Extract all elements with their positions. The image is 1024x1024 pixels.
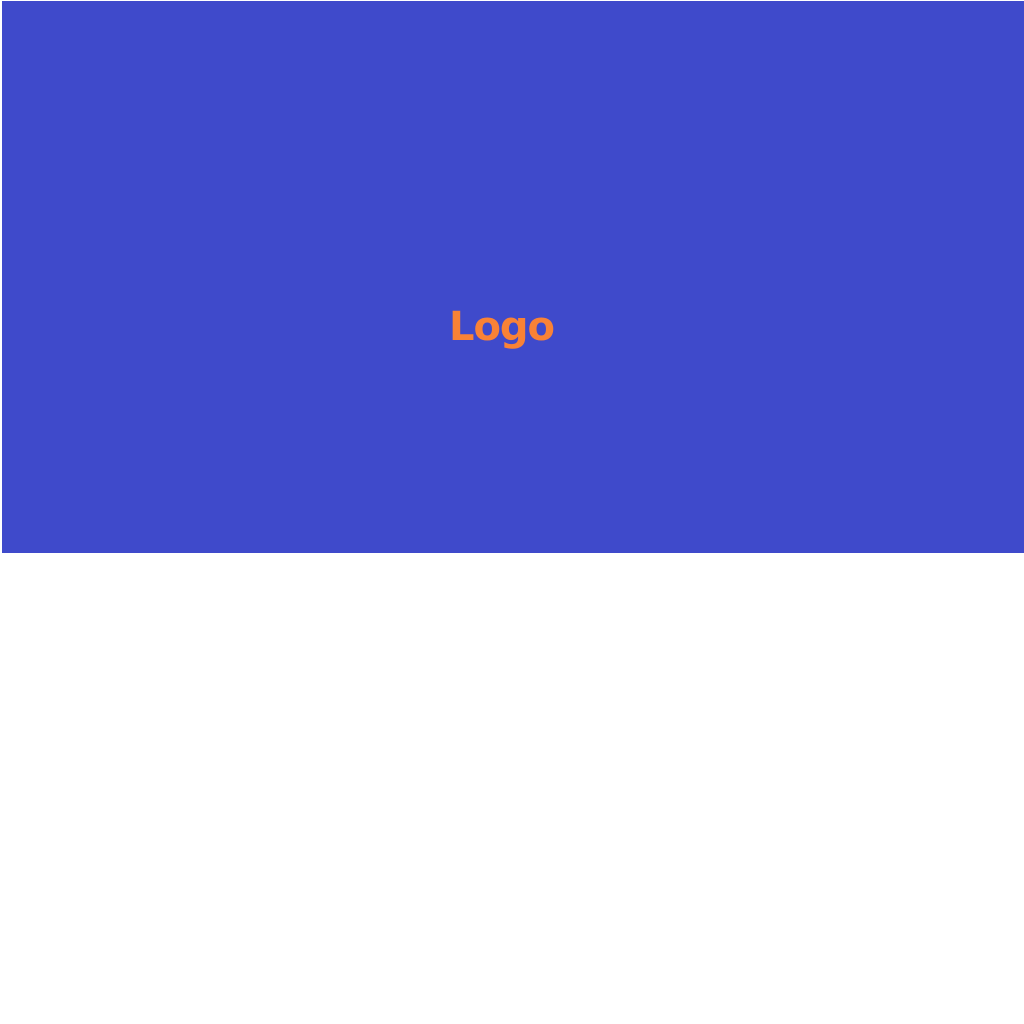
page: Logo xyxy=(0,0,1024,1024)
logo[interactable]: Logo xyxy=(449,307,555,347)
content-area xyxy=(0,553,1024,1024)
hero-banner: Logo xyxy=(2,1,1024,553)
